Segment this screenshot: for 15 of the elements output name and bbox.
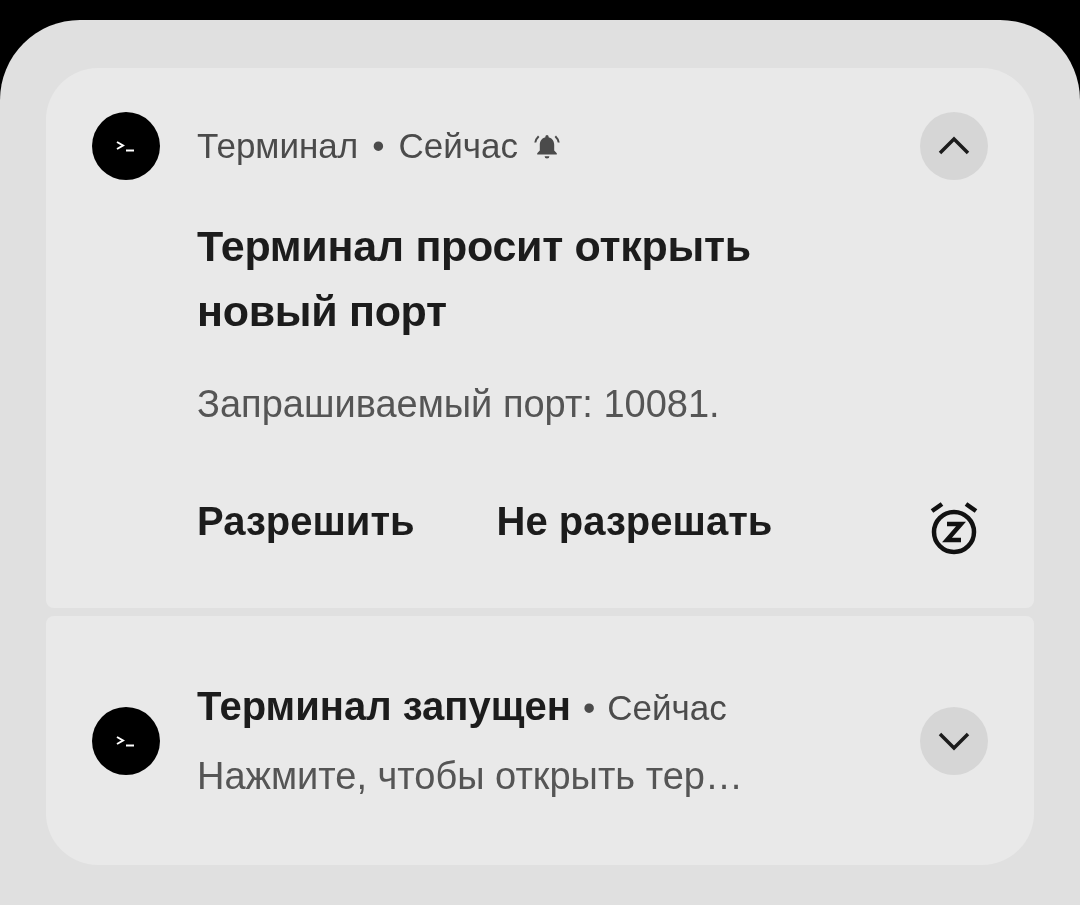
notification-title: Терминал запущен — [197, 683, 571, 730]
notification-card[interactable]: Терминал • Сейчас Терминал просит открыть новый порт Запрашиваемый порт: 10081. Разрешить Не разрешать — [46, 68, 1034, 608]
notification-title: Терминал просит открыть новый порт — [197, 221, 752, 337]
action-button[interactable]: Разрешить — [197, 491, 415, 551]
chevron-down-icon — [937, 730, 971, 751]
app-name: Терминал — [197, 124, 359, 167]
timestamp: Сейчас — [607, 687, 727, 729]
notification-card[interactable]: Терминал запущен • Сейчас Нажмите, чтобы открыть тер… — [46, 616, 1034, 865]
action-button[interactable]: Не разрешать — [496, 491, 773, 551]
separator-dot: • — [582, 687, 596, 729]
separator-dot: • — [372, 124, 385, 167]
timestamp: Сейчас — [398, 124, 518, 167]
chevron-up-icon — [937, 136, 971, 156]
notification-text: Нажмите, чтобы открыть тер… — [197, 754, 744, 799]
notification-text: Запрашиваемый порт: 10081. — [197, 382, 721, 427]
